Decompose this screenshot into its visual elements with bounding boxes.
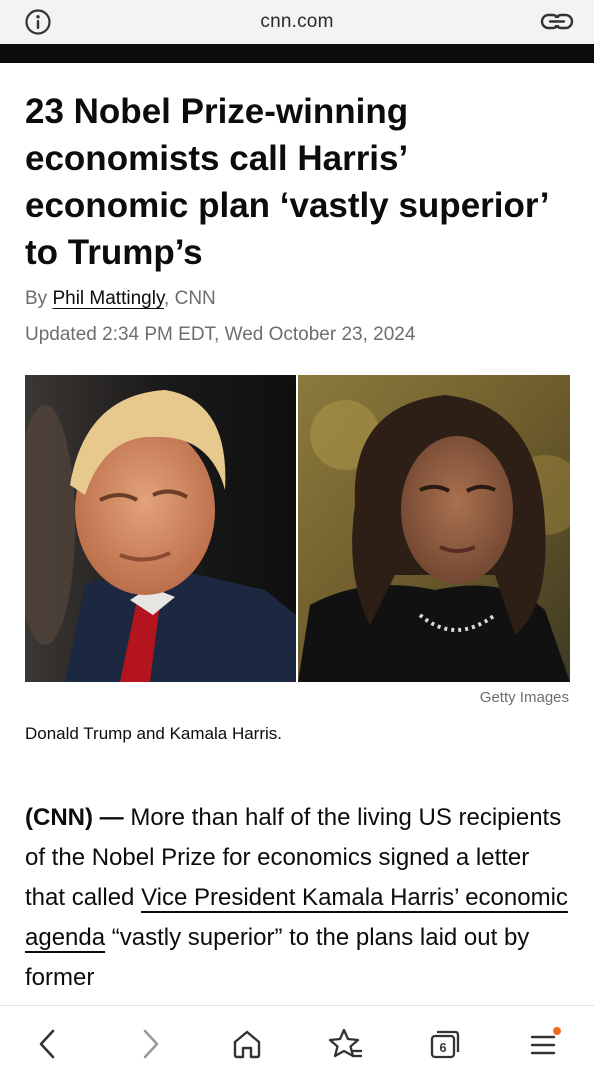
site-header-bar bbox=[0, 44, 594, 63]
article-image[interactable] bbox=[25, 375, 570, 682]
updated-timestamp: Updated 2:34 PM EDT, Wed October 23, 202… bbox=[25, 324, 416, 345]
chevron-right-icon[interactable] bbox=[130, 1024, 170, 1064]
link-icon[interactable] bbox=[540, 9, 574, 35]
byline-prefix: By bbox=[25, 288, 53, 309]
address-bar[interactable]: cnn.com bbox=[0, 0, 594, 44]
image-credit: Getty Images bbox=[479, 689, 569, 706]
tabs-icon[interactable]: 6 bbox=[425, 1024, 465, 1064]
byline: By Phil Mattingly, CNN bbox=[25, 288, 216, 310]
author-link[interactable]: Phil Mattingly bbox=[52, 288, 164, 309]
tab-count: 6 bbox=[439, 1040, 446, 1055]
hamburger-menu-icon[interactable] bbox=[524, 1024, 564, 1064]
image-caption: Donald Trump and Kamala Harris. bbox=[25, 724, 283, 743]
article-paragraph: (CNN) — More than half of the living US … bbox=[25, 798, 570, 998]
info-icon[interactable] bbox=[24, 8, 52, 36]
article-headline: 23 Nobel Prize-winning economists call H… bbox=[25, 92, 548, 272]
browser-bottom-toolbar: 6 bbox=[0, 1005, 594, 1080]
byline-source: , CNN bbox=[164, 288, 216, 309]
url-text[interactable]: cnn.com bbox=[260, 11, 333, 33]
home-icon[interactable] bbox=[227, 1024, 267, 1064]
notification-dot bbox=[553, 1027, 561, 1035]
dateline: (CNN) — bbox=[25, 804, 124, 831]
chevron-left-icon[interactable] bbox=[28, 1024, 68, 1064]
star-bookmark-icon[interactable] bbox=[326, 1024, 366, 1064]
